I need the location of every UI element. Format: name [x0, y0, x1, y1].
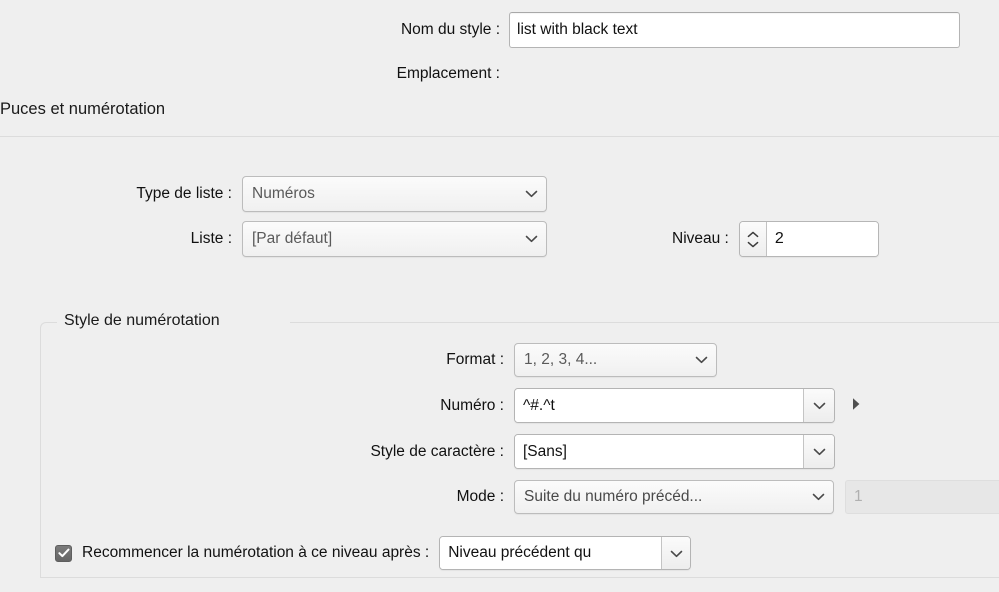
mode-label: Mode :	[456, 488, 504, 505]
chevron-down-icon	[525, 185, 538, 203]
restart-numbering-label: Recommencer la numérotation à ce niveau …	[82, 544, 430, 561]
format-row: Format : 1, 2, 3, 4...	[0, 343, 999, 377]
restart-after-value: Niveau précédent qu	[448, 544, 592, 561]
number-dropdown-button[interactable]	[803, 389, 834, 422]
style-name-label: Nom du style :	[400, 21, 500, 38]
list-select[interactable]: [Par défaut]	[242, 221, 547, 257]
list-value: [Par défaut]	[252, 230, 333, 247]
numbering-style-group-label: Style de numérotation	[57, 312, 227, 330]
restart-after-combobox[interactable]: Niveau précédent qu	[439, 536, 692, 570]
format-label: Format :	[446, 351, 504, 368]
style-name-row: Nom du style : list with black text	[0, 12, 999, 48]
format-value: 1, 2, 3, 4...	[524, 351, 598, 368]
number-input[interactable]: ^#.^t	[515, 389, 803, 422]
character-style-dropdown-button[interactable]	[803, 435, 834, 468]
numbering-style-groupbox-top	[290, 322, 999, 323]
chevron-down-icon	[813, 443, 826, 460]
section-title: Puces et numérotation	[0, 100, 166, 118]
level-stepper[interactable]: 2	[738, 221, 879, 257]
location-row: Emplacement :	[0, 62, 999, 86]
number-value: ^#.^t	[523, 396, 555, 414]
mode-start-number-value: 1	[854, 488, 863, 505]
chevron-down-icon	[670, 545, 683, 562]
list-type-row: Type de liste : Numéros	[0, 176, 999, 212]
restart-after-dropdown-button[interactable]	[661, 537, 691, 569]
character-style-input[interactable]: [Sans]	[515, 435, 803, 468]
location-label: Emplacement :	[396, 65, 500, 82]
chevron-down-icon	[813, 397, 826, 414]
restart-after-input[interactable]: Niveau précédent qu	[440, 537, 662, 569]
mode-start-number-input: 1	[845, 480, 999, 514]
mode-select[interactable]: Suite du numéro précéd...	[514, 480, 834, 514]
style-name-input-value: list with black text	[517, 21, 638, 38]
level-value: 2	[774, 230, 784, 247]
chevron-down-icon	[812, 488, 825, 506]
character-style-value: [Sans]	[523, 442, 567, 460]
mode-value: Suite du numéro précéd...	[524, 488, 703, 505]
number-label: Numéro :	[440, 396, 504, 414]
level-stepper-buttons[interactable]	[739, 222, 767, 256]
chevron-up-icon[interactable]	[747, 231, 759, 238]
format-select[interactable]: 1, 2, 3, 4...	[514, 343, 717, 377]
level-label: Niveau :	[672, 230, 729, 247]
restart-numbering-row: Recommencer la numérotation à ce niveau …	[55, 536, 692, 570]
chevron-down-icon	[525, 230, 538, 248]
list-type-label: Type de liste :	[136, 185, 232, 202]
checkmark-icon	[57, 548, 70, 558]
list-label: Liste :	[190, 230, 232, 247]
chevron-down-icon	[695, 351, 708, 369]
list-type-value: Numéros	[252, 185, 315, 202]
level-input[interactable]: 2	[766, 222, 878, 256]
list-type-select[interactable]: Numéros	[242, 176, 547, 212]
level-row: Niveau : 2	[672, 221, 879, 257]
character-style-label: Style de caractère :	[370, 442, 504, 460]
restart-numbering-checkbox[interactable]	[55, 544, 72, 562]
style-name-input[interactable]: list with black text	[509, 12, 960, 48]
chevron-down-icon[interactable]	[747, 241, 759, 248]
character-style-row: Style de caractère : [Sans]	[0, 434, 999, 469]
section-divider	[0, 136, 999, 137]
disclosure-triangle-icon	[851, 397, 861, 415]
number-insert-disclosure-button[interactable]	[845, 388, 867, 423]
number-combobox[interactable]: ^#.^t	[514, 388, 835, 423]
character-style-combobox[interactable]: [Sans]	[514, 434, 835, 469]
